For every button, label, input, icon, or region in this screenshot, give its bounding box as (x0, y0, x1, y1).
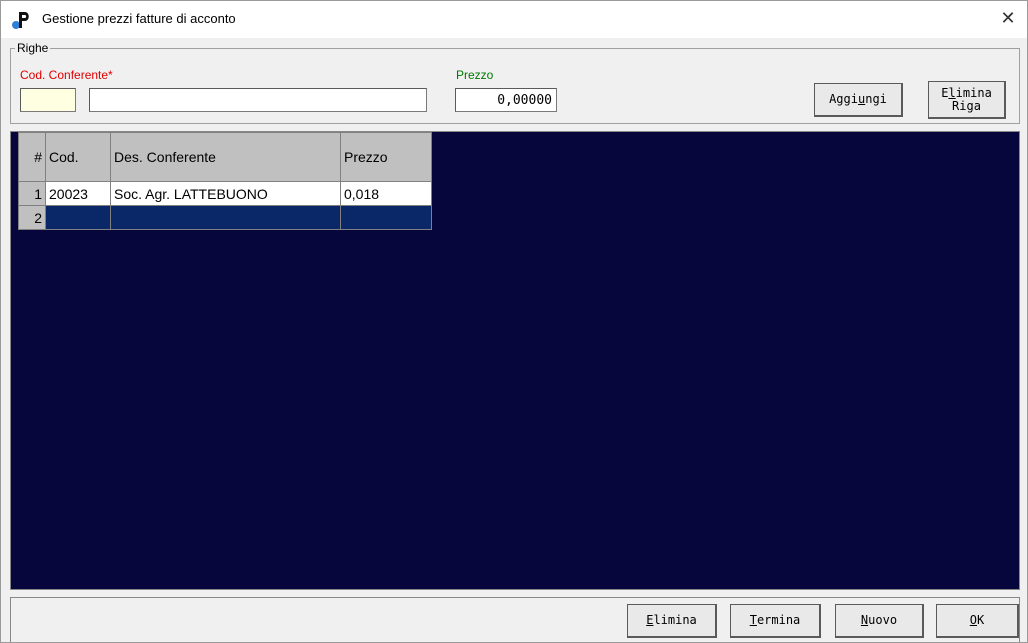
prices-table: # Cod. Des. Conferente Prezzo 1 20023 So… (18, 132, 432, 230)
table-row[interactable]: 2 (18, 205, 432, 230)
delete-row-button[interactable]: Elimina Riga (928, 81, 1006, 119)
row-number: 1 (18, 181, 46, 206)
nuovo-label: Nuovo (860, 613, 898, 627)
nuovo-button[interactable]: Nuovo (835, 604, 924, 638)
ok-label: OK (969, 613, 985, 627)
header-number[interactable]: # (18, 132, 46, 182)
cell-cod[interactable] (45, 205, 111, 230)
elimina-button[interactable]: Elimina (627, 604, 717, 638)
title-bar: Gestione prezzi fatture di acconto ✕ (1, 1, 1027, 38)
dialog-window: Gestione prezzi fatture di acconto ✕ Rig… (0, 0, 1028, 643)
price-label: Prezzo (456, 68, 494, 82)
cell-prezzo[interactable] (340, 205, 432, 230)
termina-button[interactable]: Termina (730, 604, 821, 638)
code-input[interactable] (20, 88, 76, 112)
header-des-conferente[interactable]: Des. Conferente (110, 132, 341, 182)
code-label: Cod. Conferente* (20, 68, 113, 82)
price-input[interactable] (455, 88, 557, 112)
elimina-label: Elimina (646, 613, 697, 627)
header-prezzo[interactable]: Prezzo (340, 132, 432, 182)
window-title: Gestione prezzi fatture di acconto (42, 11, 236, 26)
add-button-label: Aggiungi (829, 92, 887, 106)
delete-row-label-line1: Elimina (941, 85, 992, 100)
cell-cod[interactable]: 20023 (45, 181, 111, 206)
group-legend: Righe (15, 41, 51, 55)
cell-des[interactable]: Soc. Agr. LATTEBUONO (110, 181, 341, 206)
description-input[interactable] (89, 88, 427, 112)
termina-label: Termina (749, 613, 801, 627)
cell-prezzo[interactable]: 0,018 (340, 181, 432, 206)
header-cod[interactable]: Cod. (45, 132, 111, 182)
delete-row-label-line2: Riga (952, 98, 981, 113)
app-logo-icon (12, 12, 29, 29)
table-row[interactable]: 1 20023 Soc. Agr. LATTEBUONO 0,018 (18, 181, 432, 206)
ok-button[interactable]: OK (936, 604, 1019, 638)
close-icon[interactable]: ✕ (997, 7, 1019, 29)
row-number: 2 (18, 205, 46, 230)
cell-des[interactable] (110, 205, 341, 230)
add-button[interactable]: Aggiungi (814, 83, 903, 117)
